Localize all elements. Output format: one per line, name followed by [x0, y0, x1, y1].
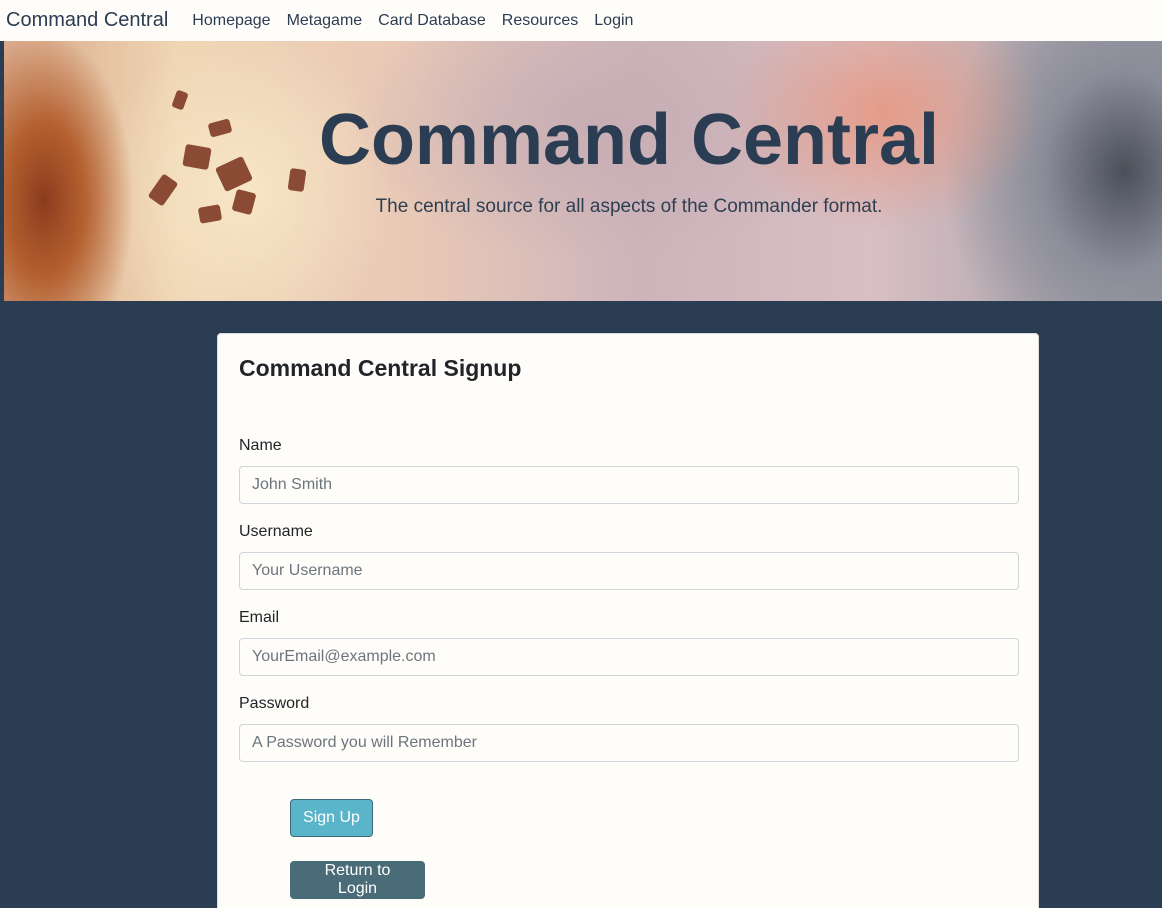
nav-link-metagame[interactable]: Metagame: [287, 12, 363, 30]
password-label: Password: [239, 695, 310, 712]
name-label: Name: [239, 437, 282, 454]
top-navbar: Command Central Homepage Metagame Card D…: [0, 0, 1162, 41]
hero-subtitle: The central source for all aspects of th…: [375, 196, 883, 217]
username-label: Username: [239, 523, 313, 540]
nav-link-homepage[interactable]: Homepage: [192, 12, 270, 30]
password-field[interactable]: [239, 724, 1019, 762]
nav-link-login[interactable]: Login: [594, 12, 633, 30]
navbar-brand[interactable]: Command Central: [6, 9, 168, 32]
sign-up-button[interactable]: Sign Up: [290, 799, 373, 837]
hero-banner: Command Central The central source for a…: [4, 41, 1162, 301]
signup-title: Command Central Signup: [239, 355, 522, 381]
hero-title: Command Central: [318, 100, 940, 180]
username-field[interactable]: [239, 552, 1019, 590]
name-field[interactable]: [239, 466, 1019, 504]
nav-link-resources[interactable]: Resources: [502, 12, 578, 30]
signup-card: Command Central Signup Name Username Ema…: [217, 333, 1039, 908]
email-field[interactable]: [239, 638, 1019, 676]
nav-link-card-database[interactable]: Card Database: [378, 12, 486, 30]
email-label: Email: [239, 609, 280, 626]
return-to-login-button[interactable]: Return to Login: [290, 861, 425, 899]
